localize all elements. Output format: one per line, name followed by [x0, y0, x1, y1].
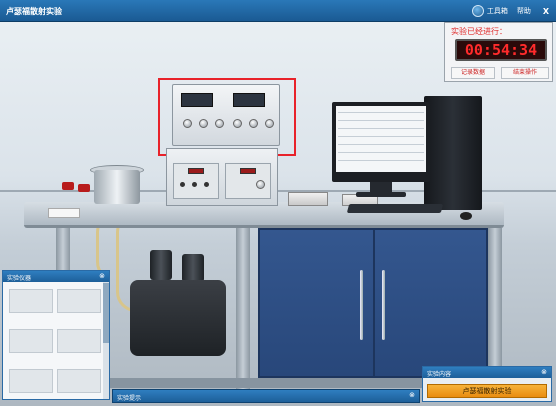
title-bar-actions: 工具箱 帮助 X [471, 3, 552, 19]
title-bar: 卢瑟福散射实验 工具箱 帮助 X [0, 0, 556, 22]
screen-line [338, 144, 424, 145]
collapse-icon[interactable]: ⊗ [99, 272, 105, 280]
collapse-icon[interactable]: ⊗ [409, 391, 415, 399]
timer-label: 实验已经进行： [451, 27, 507, 36]
keyboard [346, 204, 444, 213]
content-panel-header: 实验内容 ⊗ [423, 367, 551, 378]
timer-panel: 实验已经进行： 00:54:34 记录数据 结束操作 [444, 22, 553, 82]
experiment-item-button[interactable]: 卢瑟福散射实验 [427, 384, 547, 398]
toolbox-label: 工具箱 [486, 7, 508, 15]
help-button[interactable]: 帮助 [514, 5, 534, 17]
detector-controller[interactable] [166, 148, 278, 206]
monitor[interactable] [332, 102, 430, 182]
vacuum-chamber[interactable] [94, 170, 140, 204]
instrument-thumb[interactable] [9, 329, 53, 353]
instrument-panel-scroll-thumb[interactable] [103, 283, 109, 343]
hint-bar-title: 实验提示 [117, 395, 142, 402]
mouse [460, 212, 472, 220]
toolbox-button[interactable]: 工具箱 [471, 5, 508, 17]
instrument-panel-header: 实验仪器 ⊗ [3, 271, 109, 282]
instrument-thumb[interactable] [57, 369, 101, 393]
close-button[interactable]: X [540, 7, 552, 16]
timer-display: 00:54:34 [455, 39, 547, 61]
cabinet-divider [373, 230, 375, 376]
port [204, 182, 209, 187]
pump-solenoid [182, 254, 204, 282]
valve-red[interactable] [62, 182, 74, 190]
screen-line [338, 128, 424, 129]
screen-line [338, 152, 424, 153]
bench-leg [236, 228, 250, 398]
screen-line [338, 136, 424, 137]
controller-panel-left [173, 163, 219, 199]
window-title: 卢瑟福散射实验 [6, 7, 62, 16]
port [180, 182, 185, 187]
controller-panel-right [225, 163, 271, 199]
instrument-panel-title: 实验仪器 [7, 275, 32, 282]
cabinet-handle [360, 270, 363, 340]
toolbox-icon [471, 5, 484, 17]
led-display [240, 168, 256, 174]
port [192, 182, 197, 187]
instrument-panel: 实验仪器 ⊗ [2, 270, 110, 400]
white-block [48, 208, 80, 218]
signal-device[interactable] [288, 192, 328, 206]
instrument-thumb[interactable] [9, 369, 53, 393]
instrument-thumb[interactable] [9, 289, 53, 313]
screen-line [338, 120, 424, 121]
end-operation-button[interactable]: 结束操作 [501, 67, 549, 79]
screen-line [338, 112, 424, 113]
content-panel-title: 实验内容 [427, 371, 452, 378]
selection-highlight [158, 78, 296, 156]
monitor-foot [356, 192, 406, 197]
content-panel: 实验内容 ⊗ 卢瑟福散射实验 [422, 366, 552, 402]
vacuum-pump[interactable] [130, 280, 226, 356]
hint-bar: 实验提示 ⊗ [112, 389, 420, 403]
screen-line [338, 160, 424, 161]
instrument-thumb[interactable] [57, 289, 101, 313]
collapse-icon[interactable]: ⊗ [541, 368, 547, 376]
knob[interactable] [256, 180, 265, 189]
pump-solenoid [150, 250, 172, 280]
monitor-screen [336, 106, 426, 172]
record-data-button[interactable]: 记录数据 [451, 67, 495, 79]
led-display [188, 168, 204, 174]
computer-tower[interactable] [424, 96, 482, 210]
storage-cabinet[interactable] [258, 228, 488, 378]
instrument-thumb[interactable] [57, 329, 101, 353]
cabinet-handle [382, 270, 385, 340]
valve-red[interactable] [78, 184, 90, 192]
